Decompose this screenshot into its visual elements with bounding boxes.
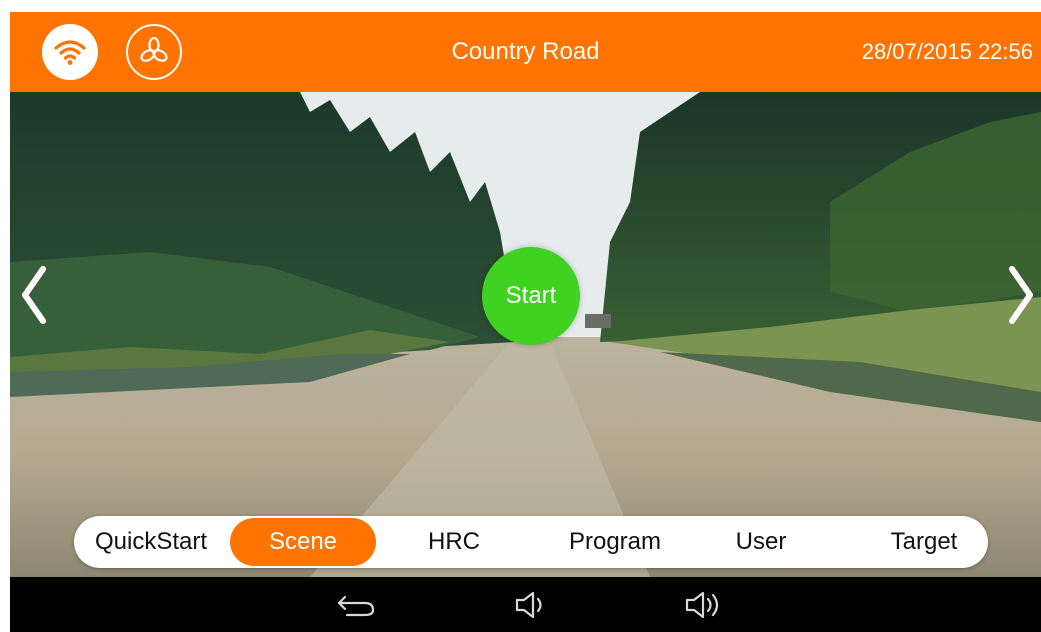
tab-hrc[interactable]: HRC bbox=[404, 516, 504, 568]
scene-preview: Start QuickStart Scene HRC Program User … bbox=[10, 92, 1041, 577]
chevron-right-icon bbox=[1009, 266, 1033, 324]
tab-quickstart[interactable]: QuickStart bbox=[80, 516, 222, 568]
next-scene-button[interactable] bbox=[1001, 260, 1041, 330]
volume-up-button[interactable] bbox=[678, 587, 728, 623]
date-time: 28/07/2015 22:56 bbox=[861, 39, 1033, 64]
tab-scene[interactable]: Scene bbox=[230, 518, 376, 566]
volume-down-icon bbox=[515, 591, 542, 619]
tab-target[interactable]: Target bbox=[866, 516, 982, 568]
device-screen: Country Road 28/07/2015 22:56 Start Quic… bbox=[10, 12, 1041, 632]
chevron-left-icon bbox=[22, 266, 46, 324]
tab-program[interactable]: Program bbox=[540, 516, 690, 568]
back-button[interactable] bbox=[332, 587, 382, 623]
previous-scene-button[interactable] bbox=[14, 260, 54, 330]
tab-bar: QuickStart Scene HRC Program User Target bbox=[74, 516, 988, 568]
system-nav-bar bbox=[10, 577, 1041, 632]
volume-down-button[interactable] bbox=[506, 587, 556, 623]
volume-up-icon bbox=[685, 591, 719, 619]
back-icon bbox=[337, 595, 375, 617]
header-bar: Country Road 28/07/2015 22:56 bbox=[10, 12, 1041, 92]
start-button[interactable]: Start bbox=[482, 247, 580, 345]
tab-user[interactable]: User bbox=[714, 516, 808, 568]
